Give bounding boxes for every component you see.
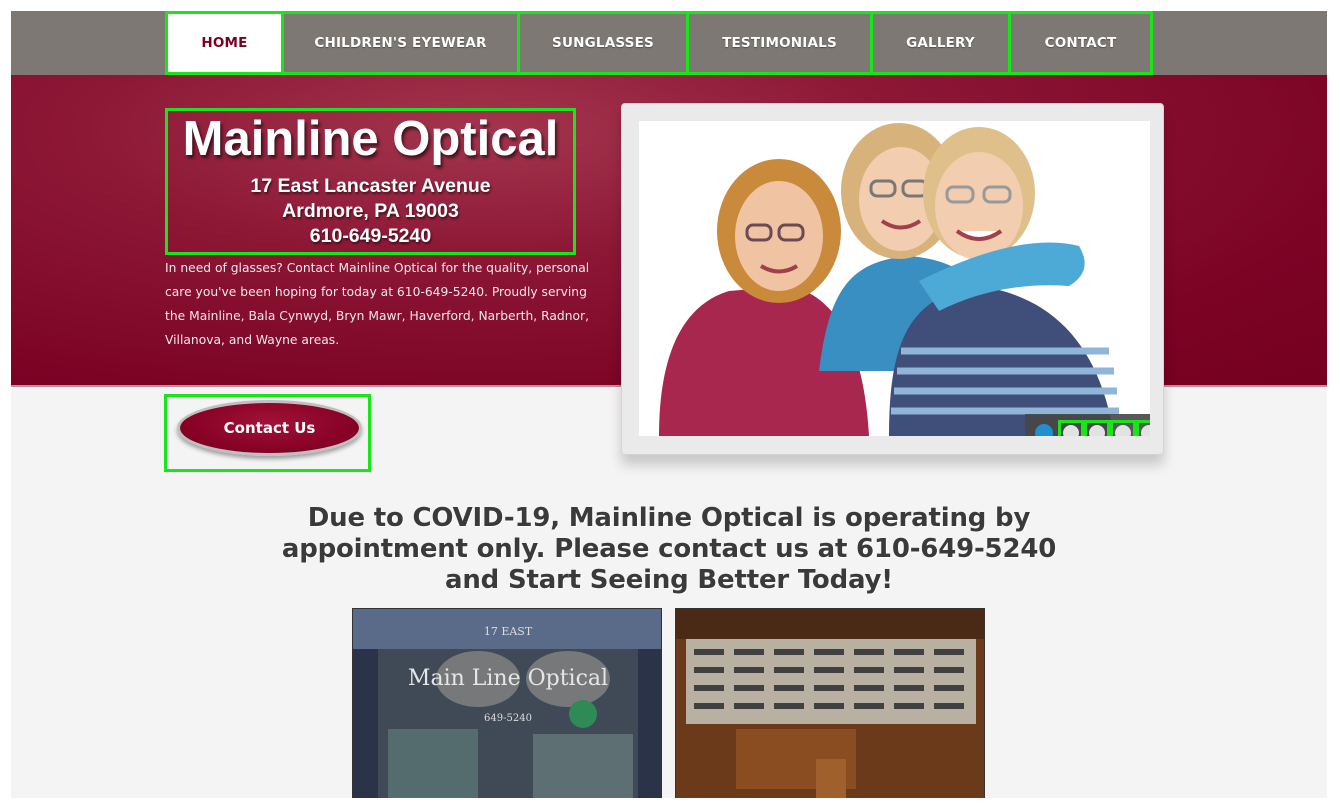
- intro-text: In need of glasses? Contact Mainline Opt…: [165, 261, 590, 347]
- covid-notice-line1: Due to COVID-19, Mainline Optical is ope…: [307, 503, 1031, 533]
- covid-notice-line2: appointment only. Please contact us at 6…: [281, 534, 1057, 564]
- page: HOME CHILDREN'S EYEWEAR SUNGLASSES TESTI…: [11, 11, 1327, 798]
- covid-notice: Due to COVID-19, Mainline Optical is ope…: [261, 503, 1077, 596]
- slider-dot-4-icon: [1115, 425, 1131, 436]
- nav-item-home[interactable]: HOME: [165, 11, 284, 75]
- contact-us-button[interactable]: Contact Us: [177, 400, 362, 456]
- slider-dot-1[interactable]: [1035, 424, 1053, 436]
- nav-item-childrens-eyewear[interactable]: CHILDREN'S EYEWEAR: [281, 11, 520, 75]
- nav-menu: HOME CHILDREN'S EYEWEAR SUNGLASSES TESTI…: [165, 11, 1162, 75]
- slider-dot-4[interactable]: [1110, 420, 1136, 436]
- nav-item-testimonials[interactable]: TESTIMONIALS: [686, 11, 873, 75]
- nav-item-gallery[interactable]: GALLERY: [870, 11, 1011, 75]
- slider-dot-2-icon: [1063, 425, 1079, 436]
- nav-item-contact[interactable]: CONTACT: [1008, 11, 1153, 75]
- display-case-illustration: [676, 609, 984, 798]
- slider-dot-3-icon: [1089, 425, 1105, 436]
- storefront-sign-phone: 649-5240: [484, 713, 532, 724]
- storefront-photo: 17 EAST Main Line Optical 649-5240: [352, 608, 662, 798]
- top-navbar: HOME CHILDREN'S EYEWEAR SUNGLASSES TESTI…: [11, 11, 1327, 75]
- logo-address-line2: Ardmore, PA 19003: [282, 200, 459, 222]
- storefront-illustration: 17 EAST Main Line Optical 649-5240: [353, 609, 661, 798]
- image-slider: [621, 103, 1164, 455]
- kids-photo-illustration: [639, 121, 1150, 436]
- covid-notice-line3: and Start Seeing Better Today!: [445, 565, 893, 595]
- display-case-photo: [675, 608, 985, 798]
- contact-us-link[interactable]: Contact Us: [164, 394, 371, 472]
- nav-item-sunglasses[interactable]: SUNGLASSES: [517, 11, 689, 75]
- slider-dot-5-icon: [1141, 425, 1150, 436]
- storefront-sign-top: 17 EAST: [484, 625, 533, 638]
- slider-pagination: [1025, 414, 1150, 436]
- logo-phone: 610-649-5240: [309, 225, 432, 247]
- logo-title: Mainline Optical: [182, 112, 559, 166]
- slider-dot-5[interactable]: [1136, 420, 1150, 436]
- slider-dot-3[interactable]: [1084, 420, 1110, 436]
- logo-address-line1: 17 East Lancaster Avenue: [250, 175, 491, 197]
- slide-photo-kids-glasses: [639, 121, 1150, 436]
- storefront-sign-name: Main Line Optical: [408, 666, 608, 691]
- logo-link[interactable]: Mainline Optical 17 East Lancaster Avenu…: [165, 108, 576, 255]
- slider-dot-2[interactable]: [1058, 420, 1084, 436]
